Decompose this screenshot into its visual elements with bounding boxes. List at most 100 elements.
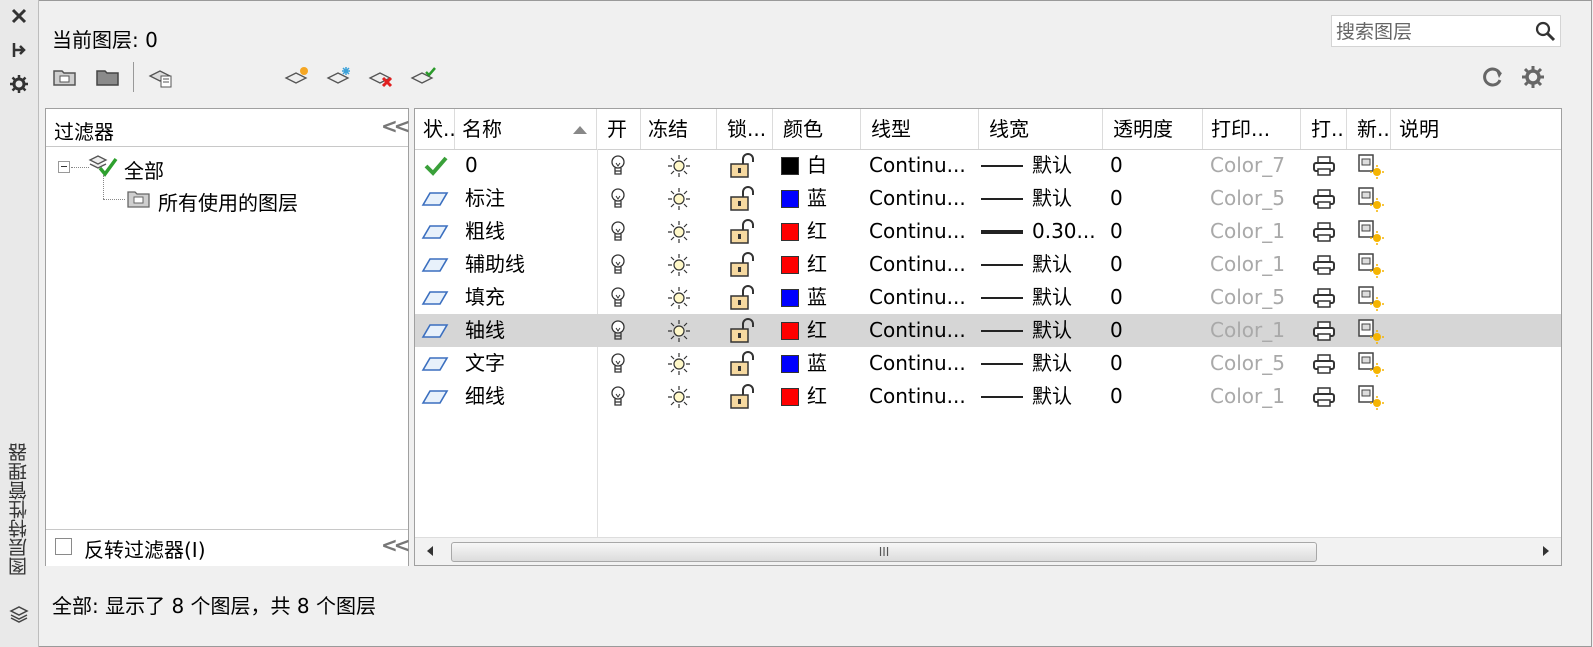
column-header-transparency[interactable]: 透明度 <box>1103 109 1203 149</box>
filter-tree-item-used-layers[interactable]: 所有使用的图层 <box>158 187 298 216</box>
plot-printer-icon[interactable] <box>1313 149 1335 182</box>
layer-states-manager-icon[interactable] <box>148 64 174 90</box>
plot-printer-icon[interactable] <box>1313 248 1335 281</box>
layer-thaw-sun-icon[interactable] <box>667 149 691 182</box>
linetype[interactable]: Continu... <box>869 149 966 182</box>
layer-on-bulb-icon[interactable] <box>610 215 626 248</box>
lineweight[interactable]: 默认 <box>1032 248 1072 281</box>
layer-on-bulb-icon[interactable] <box>610 182 626 215</box>
linetype[interactable]: Continu... <box>869 182 966 215</box>
tree-collapse-toggle[interactable] <box>58 161 70 173</box>
linetype[interactable]: Continu... <box>869 380 966 413</box>
color-swatch[interactable] <box>781 388 799 406</box>
layer-on-bulb-icon[interactable] <box>610 149 626 182</box>
layer-on-bulb-icon[interactable] <box>610 347 626 380</box>
layer-unlocked-icon[interactable] <box>729 248 759 281</box>
column-header-lock[interactable]: 锁... <box>717 109 773 149</box>
refresh-icon[interactable] <box>1480 64 1506 90</box>
color-name[interactable]: 蓝 <box>807 182 827 215</box>
column-header-status[interactable]: 状... <box>415 109 455 149</box>
collapse-filter-panel-icon[interactable]: << <box>381 114 410 138</box>
new-vp-freeze-icon[interactable] <box>1357 281 1385 314</box>
close-icon[interactable] <box>9 6 29 26</box>
table-row[interactable]: 0 白 Continu... 默认 0 Color_7 <box>415 149 1561 182</box>
column-header-description[interactable]: 说明 <box>1391 109 1561 149</box>
color-name[interactable]: 蓝 <box>807 281 827 314</box>
layer-unlocked-icon[interactable] <box>729 215 759 248</box>
table-row[interactable]: 粗线 红 Continu... 0.30... 0 Color_1 <box>415 215 1561 248</box>
delete-layer-icon[interactable] <box>368 64 394 90</box>
column-header-color[interactable]: 颜色 <box>773 109 861 149</box>
layer-name[interactable]: 粗线 <box>465 215 505 248</box>
layer-on-bulb-icon[interactable] <box>610 314 626 347</box>
table-row[interactable]: 辅助线 红 Continu... 默认 0 Color_1 <box>415 248 1561 281</box>
layer-thaw-sun-icon[interactable] <box>667 182 691 215</box>
color-swatch[interactable] <box>781 223 799 241</box>
layer-thaw-sun-icon[interactable] <box>667 215 691 248</box>
transparency[interactable]: 0 <box>1110 215 1123 248</box>
layer-unlocked-icon[interactable] <box>729 281 759 314</box>
layer-name[interactable]: 细线 <box>465 380 505 413</box>
layer-name[interactable]: 填充 <box>465 281 505 314</box>
color-name[interactable]: 白 <box>807 149 827 182</box>
new-vp-freeze-icon[interactable] <box>1357 215 1385 248</box>
invert-filter-checkbox[interactable] <box>55 538 72 555</box>
transparency[interactable]: 0 <box>1110 380 1123 413</box>
color-swatch[interactable] <box>781 355 799 373</box>
layer-name[interactable]: 辅助线 <box>465 248 525 281</box>
transparency[interactable]: 0 <box>1110 314 1123 347</box>
plot-printer-icon[interactable] <box>1313 182 1335 215</box>
new-vp-freeze-icon[interactable] <box>1357 248 1385 281</box>
linetype[interactable]: Continu... <box>869 248 966 281</box>
layer-thaw-sun-icon[interactable] <box>667 248 691 281</box>
column-header-plot-style[interactable]: 打印... <box>1203 109 1301 149</box>
search-input[interactable] <box>1334 18 1528 46</box>
transparency[interactable]: 0 <box>1110 182 1123 215</box>
layer-thaw-sun-icon[interactable] <box>667 281 691 314</box>
color-swatch[interactable] <box>781 322 799 340</box>
layer-name[interactable]: 轴线 <box>465 314 505 347</box>
layer-thaw-sun-icon[interactable] <box>667 347 691 380</box>
color-name[interactable]: 红 <box>807 380 827 413</box>
table-row[interactable]: 细线 红 Continu... 默认 0 Color_1 <box>415 380 1561 413</box>
plot-printer-icon[interactable] <box>1313 314 1335 347</box>
plot-printer-icon[interactable] <box>1313 380 1335 413</box>
scroll-right-icon[interactable] <box>1543 546 1549 556</box>
plot-printer-icon[interactable] <box>1313 215 1335 248</box>
scroll-left-icon[interactable] <box>427 546 433 556</box>
color-name[interactable]: 蓝 <box>807 347 827 380</box>
plot-printer-icon[interactable] <box>1313 347 1335 380</box>
layer-unlocked-icon[interactable] <box>729 314 759 347</box>
table-row[interactable]: 轴线 红 Continu... 默认 0 Color_1 <box>415 314 1561 347</box>
plot-printer-icon[interactable] <box>1313 281 1335 314</box>
linetype[interactable]: Continu... <box>869 215 966 248</box>
column-header-name[interactable]: 名称 <box>455 109 597 149</box>
new-layer-vp-frozen-icon[interactable] <box>326 64 352 90</box>
table-row[interactable]: 填充 蓝 Continu... 默认 0 Color_5 <box>415 281 1561 314</box>
color-name[interactable]: 红 <box>807 248 827 281</box>
color-swatch[interactable] <box>781 190 799 208</box>
table-row[interactable]: 标注 蓝 Continu... 默认 0 Color_5 <box>415 182 1561 215</box>
lineweight[interactable]: 默认 <box>1032 182 1072 215</box>
new-layer-icon[interactable] <box>284 64 310 90</box>
linetype[interactable]: Continu... <box>869 347 966 380</box>
layer-unlocked-icon[interactable] <box>729 149 759 182</box>
column-header-linetype[interactable]: 线型 <box>861 109 979 149</box>
column-header-on[interactable]: 开 <box>597 109 641 149</box>
layer-name[interactable]: 文字 <box>465 347 505 380</box>
new-group-filter-icon[interactable] <box>95 64 121 90</box>
set-current-layer-icon[interactable] <box>410 64 436 90</box>
lineweight[interactable]: 默认 <box>1032 380 1072 413</box>
linetype[interactable]: Continu... <box>869 314 966 347</box>
layer-thaw-sun-icon[interactable] <box>667 380 691 413</box>
color-swatch[interactable] <box>781 289 799 307</box>
lineweight[interactable]: 默认 <box>1032 149 1072 182</box>
table-row[interactable]: 文字 蓝 Continu... 默认 0 Color_5 <box>415 347 1561 380</box>
transparency[interactable]: 0 <box>1110 347 1123 380</box>
transparency[interactable]: 0 <box>1110 281 1123 314</box>
layer-unlocked-icon[interactable] <box>729 380 759 413</box>
layer-on-bulb-icon[interactable] <box>610 281 626 314</box>
scrollbar-thumb[interactable]: III <box>451 542 1317 562</box>
layer-thaw-sun-icon[interactable] <box>667 314 691 347</box>
layer-on-bulb-icon[interactable] <box>610 248 626 281</box>
